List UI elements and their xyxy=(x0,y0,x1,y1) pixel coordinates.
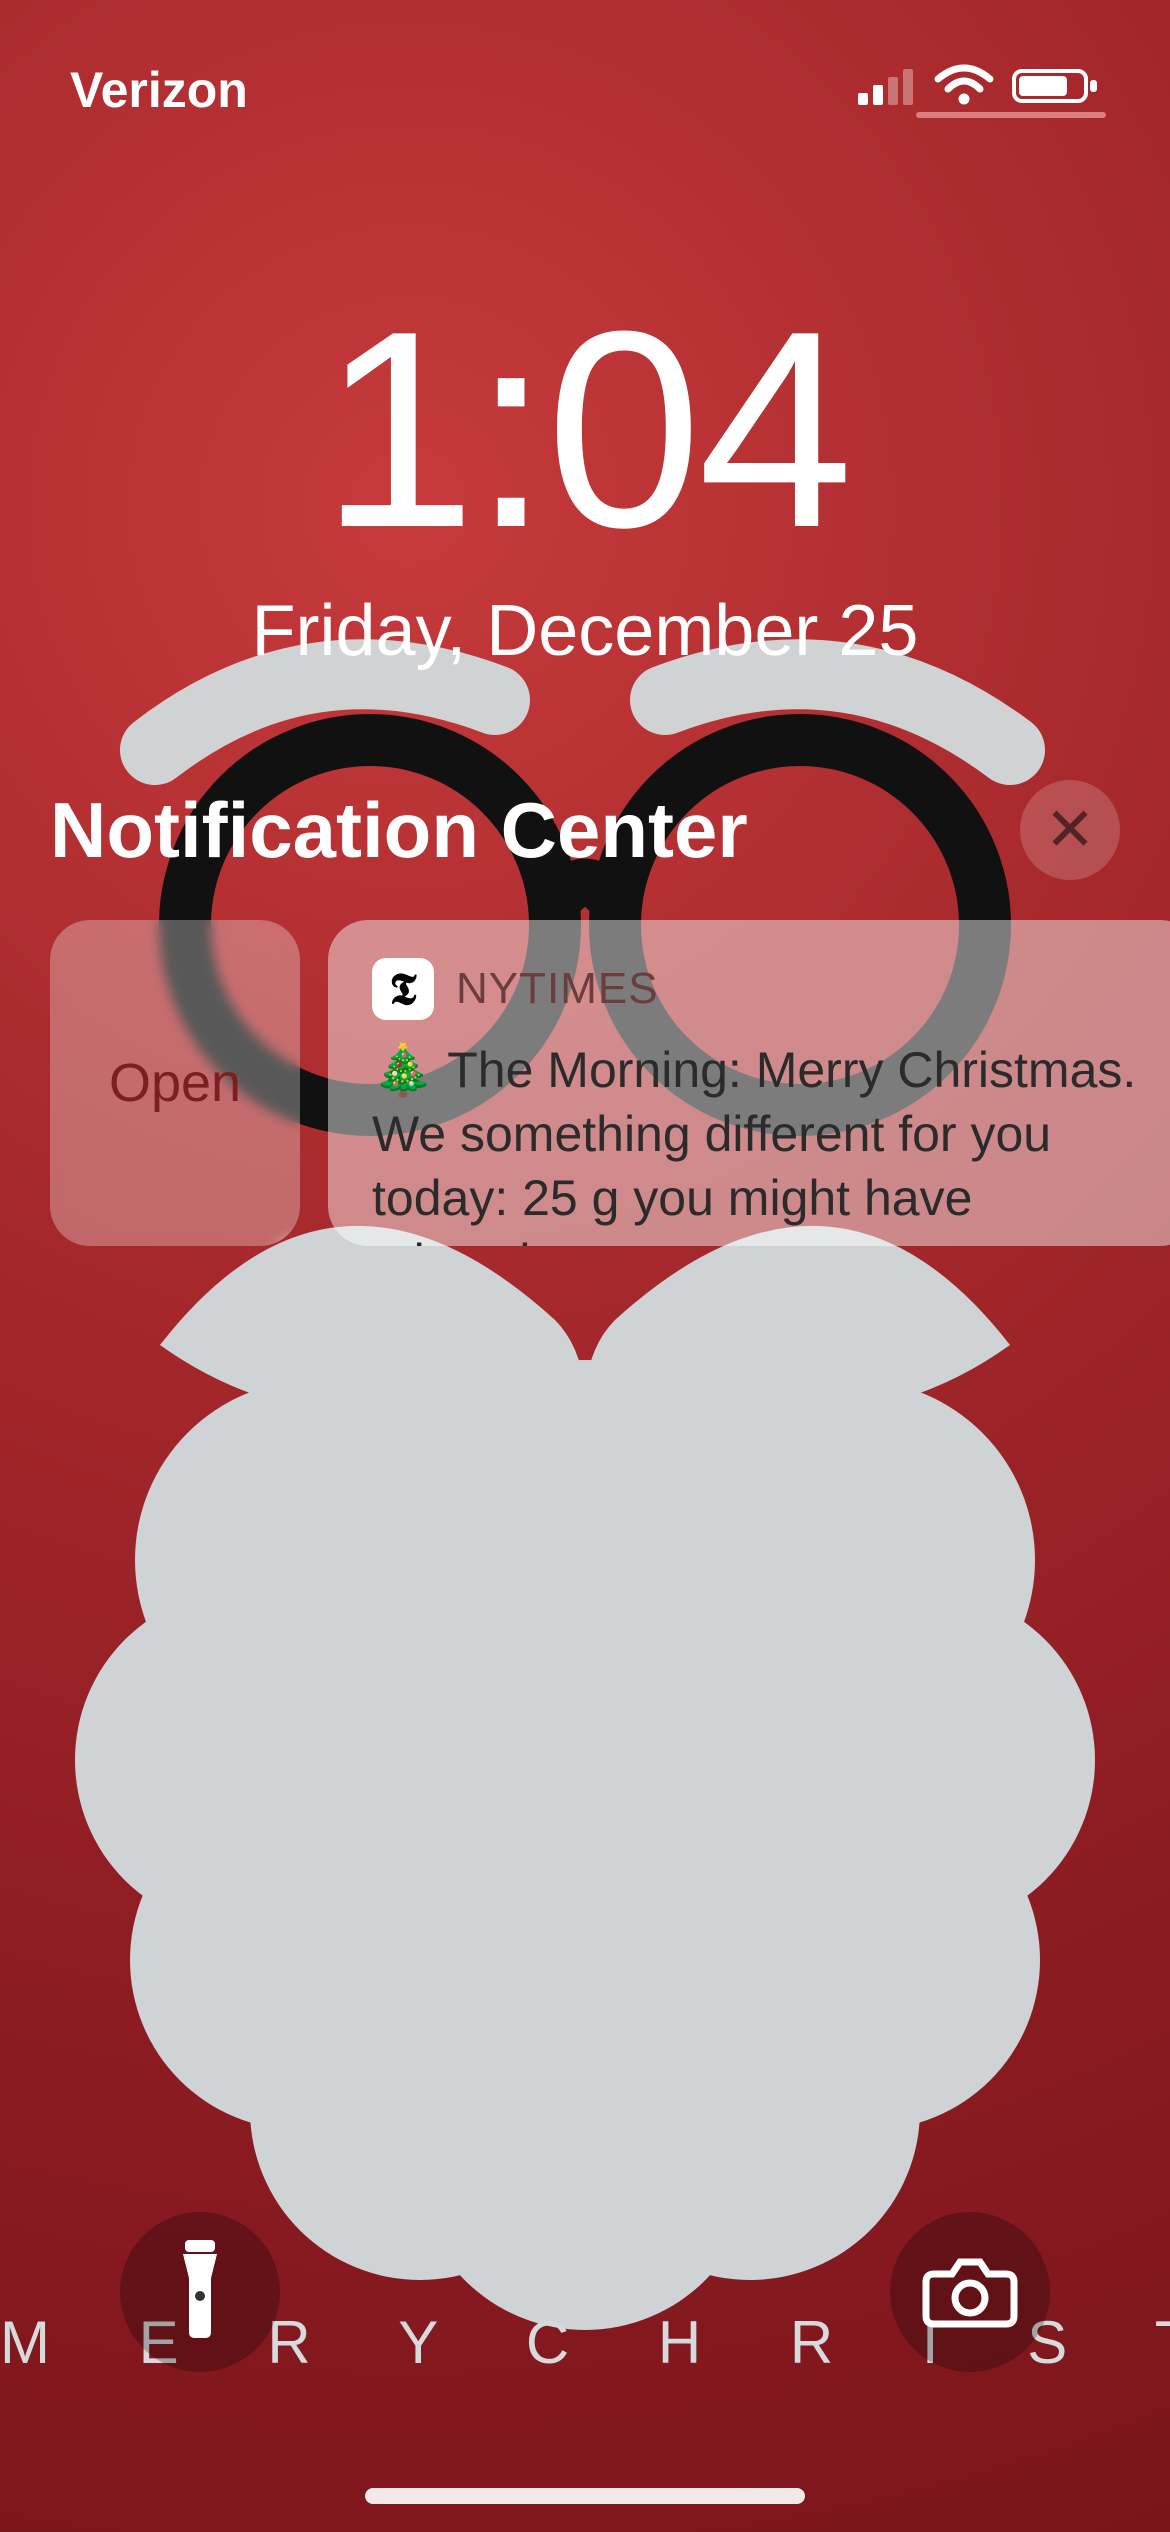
lock-screen: M E R Y C H R I S T A S Verizon xyxy=(0,0,1170,2532)
notification-row: Open 𝕿 NYTIMES 🎄 The Morning: Merry Chri… xyxy=(50,920,1170,1246)
notification-center-header: Notification Center ✕ xyxy=(0,780,1170,880)
app-icon: 𝕿 xyxy=(372,958,434,1020)
open-action-label: Open xyxy=(109,1052,241,1114)
close-icon: ✕ xyxy=(1045,800,1095,860)
app-name-label: NYTIMES xyxy=(456,964,659,1014)
notification-center-title: Notification Center xyxy=(50,785,748,876)
status-underline xyxy=(916,112,1106,118)
clock-area: 1:04 Friday, December 25 xyxy=(0,290,1170,672)
camera-icon xyxy=(922,2252,1018,2333)
clear-notifications-button[interactable]: ✕ xyxy=(1020,780,1120,880)
app-icon-glyph: 𝕿 xyxy=(389,964,416,1015)
battery-icon xyxy=(1012,61,1100,119)
notification-card[interactable]: 𝕿 NYTIMES 🎄 The Morning: Merry Christmas… xyxy=(328,920,1170,1246)
clock-date: Friday, December 25 xyxy=(0,590,1170,672)
notification-body: 🎄 The Morning: Merry Christmas. We somet… xyxy=(372,1038,1156,1246)
home-indicator[interactable] xyxy=(365,2488,805,2504)
clock-time: 1:04 xyxy=(0,290,1170,570)
flashlight-button[interactable] xyxy=(120,2212,280,2372)
cellular-signal-icon xyxy=(856,61,916,119)
wifi-icon xyxy=(934,61,994,119)
status-bar: Verizon xyxy=(0,30,1170,150)
flashlight-icon xyxy=(171,2240,229,2345)
notification-header: 𝕿 NYTIMES xyxy=(372,958,1156,1020)
carrier-label: Verizon xyxy=(70,61,248,119)
open-action-button[interactable]: Open xyxy=(50,920,300,1246)
camera-button[interactable] xyxy=(890,2212,1050,2372)
